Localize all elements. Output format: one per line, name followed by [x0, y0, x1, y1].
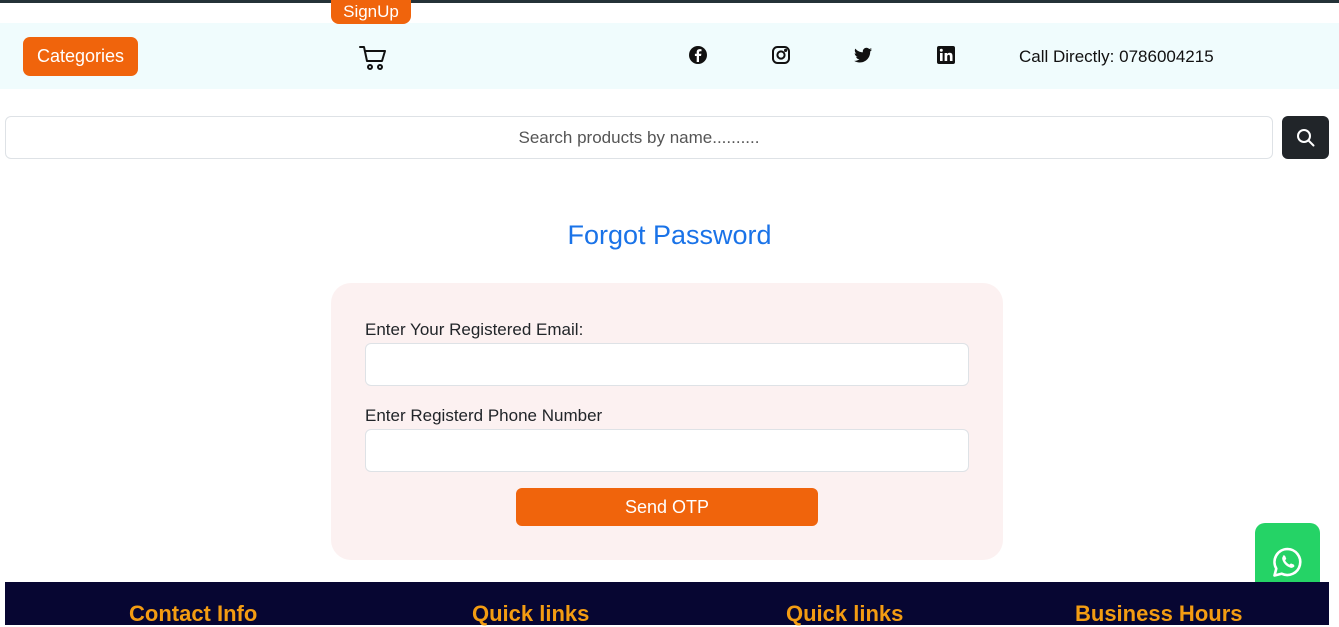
page-title: Forgot Password	[567, 220, 772, 250]
footer-heading-quick-links: Quick links	[472, 601, 590, 626]
phone-field[interactable]	[365, 429, 969, 472]
footer-heading-contact-info: Contact Info	[129, 601, 258, 626]
signup-button[interactable]: SignUp	[331, 0, 411, 24]
facebook-icon[interactable]	[688, 45, 708, 65]
header-bar: Categories Call Directly: 0786004215	[0, 23, 1339, 89]
forgot-password-form: Enter Your Registered Email: Enter Regis…	[331, 283, 1003, 560]
categories-button[interactable]: Categories	[23, 37, 138, 76]
search-input[interactable]	[5, 116, 1273, 159]
footer: Contact Info Quick links Quick links Bus…	[5, 582, 1329, 626]
twitter-icon[interactable]	[853, 45, 873, 65]
phone-label: Enter Registerd Phone Number	[365, 406, 603, 425]
top-border	[0, 0, 1339, 3]
whatsapp-icon	[1273, 547, 1302, 577]
search-icon	[1297, 129, 1315, 147]
footer-heading-quick-links-2: Quick links	[786, 601, 904, 626]
email-label: Enter Your Registered Email:	[365, 320, 584, 339]
email-field[interactable]	[365, 343, 969, 386]
send-otp-button[interactable]: Send OTP	[516, 488, 818, 526]
footer-heading-business-hours: Business Hours	[1075, 601, 1243, 626]
search-button[interactable]	[1282, 116, 1329, 159]
cart-icon[interactable]	[359, 45, 387, 71]
linkedin-icon[interactable]	[936, 45, 956, 65]
call-directly-text: Call Directly: 0786004215	[1019, 47, 1214, 66]
instagram-icon[interactable]	[771, 45, 791, 65]
